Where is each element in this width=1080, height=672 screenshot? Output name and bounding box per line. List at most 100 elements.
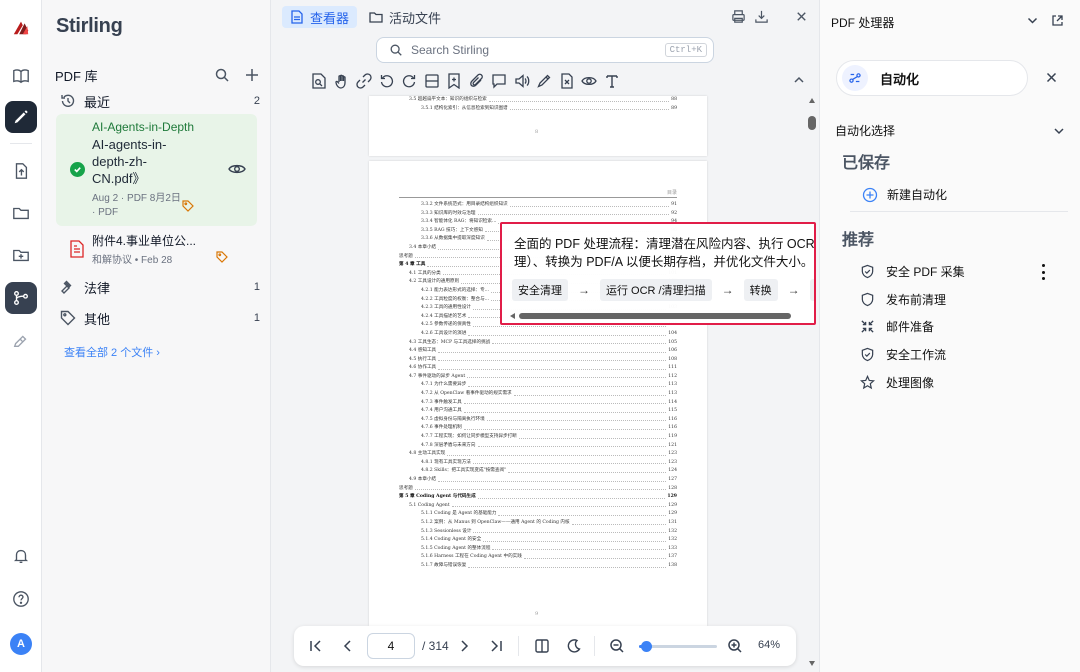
notification-bell-icon[interactable] [5,540,37,572]
logo-icon [5,11,37,43]
tab-viewer[interactable]: 查看器 [282,6,358,28]
group-count: 2 [253,95,260,107]
toc-row-label: 4.7.3 事件触发工具 [421,399,462,405]
annotation-toolbar [311,72,631,90]
workflow-icon[interactable] [5,282,37,314]
page-navigation-bar: / 314 64% [294,626,796,666]
help-icon[interactable] [5,583,37,615]
group-other[interactable]: 其他 1 [60,308,260,328]
bookmark-add-icon[interactable] [446,73,462,89]
scrollbar-thumb[interactable] [519,313,791,319]
eye-icon[interactable] [228,162,246,176]
zoom-slider[interactable] [639,641,717,652]
vertical-scrollbar[interactable] [808,98,816,668]
read-aloud-icon[interactable] [514,73,530,89]
zoom-in-icon[interactable] [727,638,743,654]
recommended-item[interactable]: 安全工作流 [860,346,1060,363]
previous-page-icon[interactable] [340,638,356,654]
file-item[interactable]: 附件4.事业单位公... 和解协议 • Feb 28 [70,232,260,268]
chevron-down-icon[interactable] [1026,14,1039,27]
automation-tool-chip[interactable]: 自动化 [836,60,1028,96]
toc-row: 4.7.6 事件处理机制 116 [399,424,677,433]
dark-mode-icon[interactable] [566,638,582,654]
download-icon[interactable] [754,9,769,27]
dual-page-icon[interactable] [534,638,550,654]
edit-pen-icon[interactable] [5,101,37,133]
first-page-icon[interactable] [308,638,324,654]
book-icon[interactable] [5,60,37,92]
toc-row: 4.6 协作工具 111 [399,364,677,373]
toc-list: 3.5 超越扁平文本：知识的组织与检索 88 3.5.1 结构化索引：从信息检索到… [399,96,677,113]
toc-row: 5.1.4 Coding Agent 的安全 132 [399,536,677,545]
recommended-item[interactable]: 发布前清理 [860,291,1060,308]
toc-row-page: 91 [671,202,677,207]
tool-panel: PDF 处理器 自动化 自动化选择 已保存 新建自动化 推荐 安全 PDF 采集… [819,0,1080,672]
hand-pan-icon[interactable] [334,73,350,89]
toc-row-label: 5.1.1 Coding 是 Agent 的基础能力 [421,511,497,517]
search-input[interactable] [411,43,665,57]
draw-pen-icon[interactable] [536,73,552,89]
zoom-slider-handle[interactable] [641,641,653,652]
toc-row: 4.8.1 现有工具实现方法 123 [399,459,677,468]
last-page-icon[interactable] [488,638,504,654]
recommended-item[interactable]: 安全 PDF 采集 [860,263,1060,280]
rotate-right-icon[interactable] [401,73,417,89]
toc-row-page: 89 [671,105,677,111]
rotate-left-icon[interactable] [379,73,395,89]
print-icon[interactable] [731,9,746,27]
toc-row-label: 5.1.2 案例：从 Manus 到 OpenClaw——通用 Agent 的 … [421,519,570,525]
open-external-icon[interactable] [1051,14,1064,27]
automation-selection-header[interactable]: 自动化选择 [835,122,1065,139]
group-count: 1 [253,281,260,293]
view-all-link[interactable]: 查看全部 2 个文件 › [64,344,160,360]
group-legal[interactable]: 法律 1 [60,277,260,297]
search-document-icon[interactable] [311,73,327,89]
eye-icon[interactable] [581,73,597,89]
signature-icon[interactable] [5,324,37,356]
search-bar[interactable]: Ctrl+K [376,37,714,63]
attachment-icon[interactable] [469,73,485,89]
zoom-out-icon[interactable] [609,638,625,654]
recommended-item[interactable]: 邮件准备 [860,318,1060,335]
search-icon[interactable] [214,67,230,83]
new-automation-button[interactable]: 新建自动化 [862,186,947,203]
recommended-heading: 推荐 [842,232,875,249]
next-page-icon[interactable] [456,638,472,654]
page-number-input[interactable] [367,633,415,659]
tab-active-files[interactable]: 活动文件 [361,6,449,28]
horizontal-scrollbar[interactable] [510,312,814,320]
more-options-icon[interactable] [1042,264,1046,280]
folder-icon[interactable] [5,197,37,229]
chevron-up-icon[interactable] [793,74,805,86]
history-icon [61,94,75,107]
toc-row-page: 129 [668,511,677,517]
toc-row-page: 116 [668,416,677,422]
viewer-tabs: 查看器 活动文件 [282,6,453,28]
toc-row-page: 115 [668,408,677,414]
add-icon[interactable] [244,67,260,83]
link-icon[interactable] [356,73,372,89]
group-recent[interactable]: 最近 2 [60,91,260,111]
close-icon[interactable] [1045,71,1058,84]
toc-row-label: 3.3.3 知识库的时效与治理 [421,210,476,216]
recommended-item[interactable]: 处理图像 [860,374,1060,391]
folder-add-icon[interactable] [5,239,37,271]
shortcut-hint: Ctrl+K [664,43,707,57]
text-icon[interactable] [604,73,620,89]
toc-row-label: 5.1.4 Coding Agent 的安全 [421,537,482,543]
file-card-active[interactable]: AI-Agents-in-Depth AI-agents-in-depth-zh… [56,114,257,226]
scrollbar-thumb[interactable] [808,116,816,130]
toc-row-label: 4.7.1 为什么需要异步 [421,382,467,388]
close-icon[interactable] [794,9,809,27]
toc-row-page: 114 [668,399,677,405]
toc-row-label: 4.3 工具生态：MCP 与工具选择的挑战 [409,339,491,345]
chevron-down-icon [1054,127,1064,134]
file-name: AI-agents-in-depth-zh-CN.pdf》 [92,137,167,186]
upload-file-icon[interactable] [5,155,37,187]
toc-row-label: 4.2.2 工具粒度的权衡：整合与... [421,296,490,302]
split-view-icon[interactable] [424,73,440,89]
redact-file-icon[interactable] [559,73,575,89]
comment-icon[interactable] [491,73,507,89]
avatar[interactable]: A [10,633,32,655]
toc-row-label: 思考题 [399,485,413,491]
